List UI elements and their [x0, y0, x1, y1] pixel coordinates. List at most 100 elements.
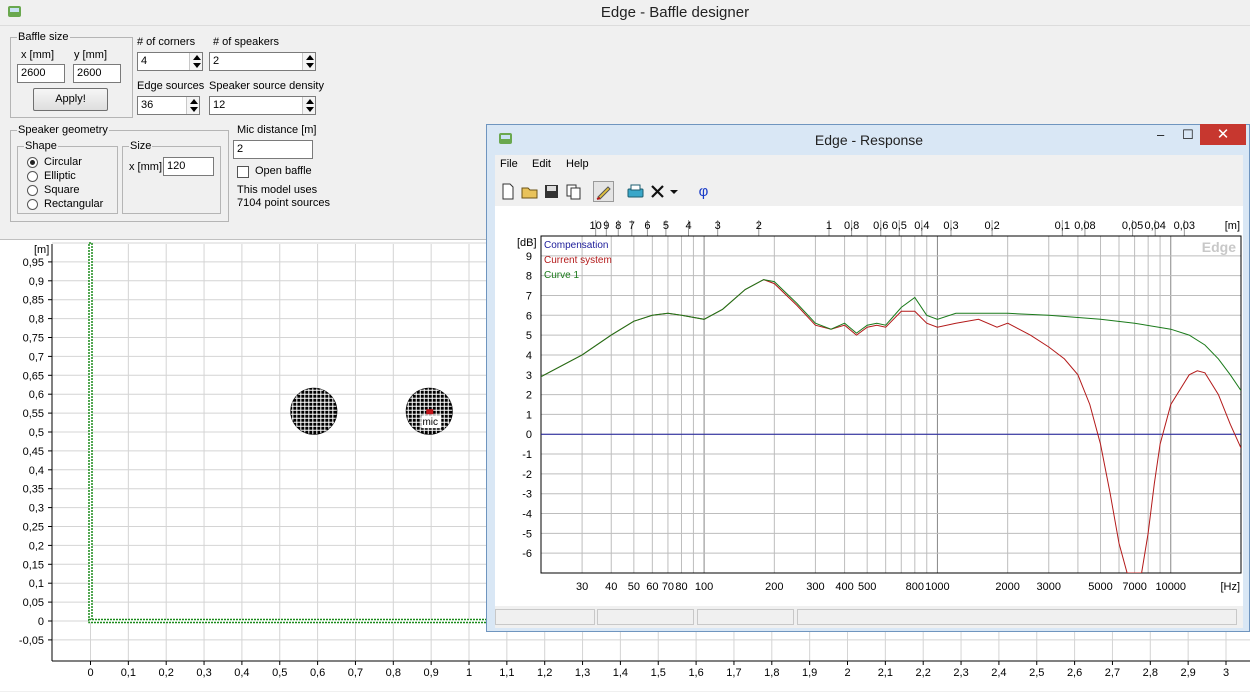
status-pane-2 [597, 609, 694, 625]
copy-icon[interactable] [563, 181, 584, 202]
response-chart[interactable]: 10 9 8 7 6 5 4 3 2 1 0,8 0,6 0,5 0,4 0,3 0,2 0,1 0,08 0,05… [495, 206, 1243, 606]
spin-up-icon[interactable] [193, 55, 201, 60]
phase-icon[interactable]: φ [693, 181, 714, 202]
x-tick-label: 0,9 [424, 667, 439, 679]
open-baffle-checkbox[interactable]: Open baffle [237, 164, 327, 180]
edge-sources-stepper[interactable]: 36 [137, 96, 200, 115]
y-tick-label: 0,55 [23, 408, 44, 420]
close-button[interactable]: ✕ [1200, 124, 1246, 145]
top-tick-label: 0,04 [1144, 220, 1165, 232]
menu-file[interactable]: File [500, 158, 518, 170]
baffle-y-input[interactable]: 2600 [73, 64, 121, 83]
mic-distance-input[interactable]: 2 [233, 140, 313, 159]
x-tick-label: 2 [844, 667, 850, 679]
y-tick-label: 0,95 [23, 257, 44, 269]
open-folder-icon[interactable] [519, 181, 540, 202]
radio-rectangular[interactable]: Rectangular [27, 198, 119, 212]
x-tick-label: 400 [835, 581, 853, 593]
y-tick-label: 0,1 [29, 578, 44, 590]
minimize-button[interactable]: – [1157, 127, 1164, 142]
x-tick-label: 0,6 [310, 667, 325, 679]
size-x-label: x [mm] [129, 161, 162, 173]
y-tick-label: -3 [522, 489, 532, 501]
dropdown-arrow-icon[interactable] [668, 181, 680, 202]
y-tick-label: 0,15 [23, 559, 44, 571]
x-tick-label: 1,5 [651, 667, 666, 679]
spin-down-icon[interactable] [190, 107, 198, 112]
radio-circular[interactable]: Circular [27, 156, 117, 170]
speakers-stepper[interactable]: 2 [209, 52, 316, 71]
y-tick-label: 0,05 [23, 597, 44, 609]
app-title: Edge - Baffle designer [600, 4, 750, 21]
corners-value: 4 [141, 55, 148, 67]
save-icon[interactable] [541, 181, 562, 202]
x-tick-label: 2,4 [991, 667, 1006, 679]
corners-label: # of corners [137, 36, 196, 48]
radio-square[interactable]: Square [27, 184, 117, 198]
x-tick-label: 1,7 [726, 667, 741, 679]
radio-elliptic[interactable]: Elliptic [27, 170, 117, 184]
y-tick-label: -5 [522, 528, 532, 540]
maximize-button[interactable]: ☐ [1182, 127, 1194, 143]
x-tick-label: 1000 [925, 581, 949, 593]
radio-icon[interactable] [27, 185, 38, 196]
corners-stepper[interactable]: 4 [137, 52, 203, 71]
spin-down-icon[interactable] [306, 63, 314, 68]
x-tick-label: 1,4 [613, 667, 628, 679]
y-tick-label: 5 [526, 330, 532, 342]
source-density-stepper[interactable]: 12 [209, 96, 316, 115]
status-bar [495, 606, 1243, 628]
response-window[interactable]: Edge - Response – ☐ ✕ File Edit Help φ 1… [486, 124, 1250, 632]
spin-down-icon[interactable] [193, 63, 201, 68]
top-tick-label: 6 [644, 220, 650, 232]
radio-selected-icon[interactable] [27, 157, 38, 168]
x-tick-label: 0,3 [196, 667, 211, 679]
x-tick-label: 2,3 [953, 667, 968, 679]
source-density-spin-arrows[interactable] [302, 97, 315, 114]
x-tick-label: 2,6 [1067, 667, 1082, 679]
top-tick-label: 2 [756, 220, 762, 232]
x-tick-label: 50 [628, 581, 640, 593]
printer-icon[interactable] [625, 181, 646, 202]
y-tick-label: 0,45 [23, 446, 44, 458]
delete-icon[interactable] [647, 181, 668, 202]
corners-spin-arrows[interactable] [189, 53, 202, 70]
shape-group: Shape Circular Elliptic Square Rectangul… [17, 140, 119, 214]
y-tick-label: 0 [526, 429, 532, 441]
x-tick-label: 2,8 [1143, 667, 1158, 679]
spin-up-icon[interactable] [306, 55, 314, 60]
y-tick-label: 3 [526, 370, 532, 382]
menu-edit[interactable]: Edit [532, 158, 551, 170]
spin-down-icon[interactable] [306, 107, 314, 112]
spin-up-icon[interactable] [306, 99, 314, 104]
menu-help[interactable]: Help [566, 158, 589, 170]
new-file-icon[interactable] [497, 181, 518, 202]
x-tick-label: 0,2 [159, 667, 174, 679]
edge-sources-spin-arrows[interactable] [186, 97, 199, 114]
y-tick-label: 0,7 [29, 351, 44, 363]
baffle-edge-left [88, 242, 93, 622]
top-tick-label: 0,3 [943, 220, 958, 232]
apply-button[interactable]: Apply! [33, 88, 108, 111]
radio-icon[interactable] [27, 171, 38, 182]
x-tick-label: 0,8 [386, 667, 401, 679]
speakers-spin-arrows[interactable] [302, 53, 315, 70]
response-chart-area[interactable]: 10 9 8 7 6 5 4 3 2 1 0,8 0,6 0,5 0,4 0,3 0,2 0,1 0,08 0,05… [495, 206, 1243, 606]
checkbox-icon[interactable] [237, 166, 249, 178]
radio-icon[interactable] [27, 199, 38, 210]
edge-sources-label: Edge sources [137, 80, 205, 92]
x-tick-label: 2,7 [1105, 667, 1120, 679]
size-group: Size x [mm] 120 [122, 140, 221, 214]
x-tick-label: 3 [1223, 667, 1229, 679]
spin-up-icon[interactable] [190, 99, 198, 104]
size-x-input[interactable]: 120 [163, 157, 214, 176]
pencil-icon[interactable] [593, 181, 614, 202]
x-tick-label: 3000 [1037, 581, 1061, 593]
baffle-x-input[interactable]: 2600 [17, 64, 65, 83]
y-axis-label: [dB] [517, 237, 537, 249]
y-tick-label: 6 [526, 310, 532, 322]
x-tick-label: 1,2 [537, 667, 552, 679]
y-tick-label: 0,9 [29, 276, 44, 288]
radio-rectangular-label: Rectangular [44, 198, 104, 210]
y-tick-label: 0,4 [29, 465, 44, 477]
